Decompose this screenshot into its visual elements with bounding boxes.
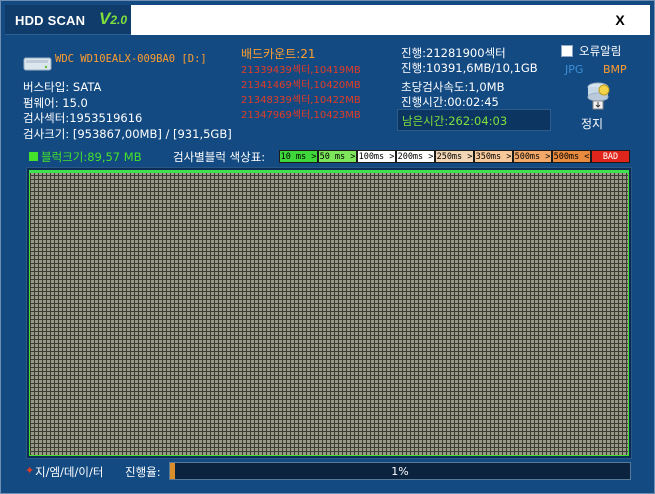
legend-cell-10ms: 10 ms > <box>279 150 318 163</box>
title-bar-gap <box>131 5 650 35</box>
progress-bar: 1% <box>169 462 631 480</box>
title-bar[interactable]: HDD SCAN V2.0 X <box>5 5 650 35</box>
jpg-option[interactable]: JPG <box>565 63 583 76</box>
legend-cell-200ms: 200ms > <box>396 150 435 163</box>
elapsed-time: 진행시간:00:02:45 <box>401 95 499 109</box>
legend-cell-50ms: 50 ms > <box>318 150 357 163</box>
app-version: V2.0 <box>99 9 128 28</box>
legend-cell-over-500ms: 500ms < <box>552 150 591 163</box>
block-size-swatch <box>29 152 38 161</box>
legend-cell-bad: BAD <box>591 150 630 163</box>
progress-rate-label: 진행율: <box>125 465 161 479</box>
footer: ✦ 지/엠/데/이/터 진행율: 1% <box>11 461 641 483</box>
bad-entry: 21347969섹터,10423MB <box>241 110 361 121</box>
legend-row: 블럭크기:89,57 MB 검사별블럭 색상표: 10 ms > 50 ms >… <box>27 149 631 165</box>
app-window: HDD SCAN V2.0 X WDC WD10EALX-009BA0 [D:]… <box>0 0 655 494</box>
bad-count: 배드카운트:21 <box>241 47 316 61</box>
legend-cell-250ms: 250ms > <box>435 150 474 163</box>
star-icon: ✦ <box>25 464 35 477</box>
legend-cell-350ms: 350ms > <box>474 150 513 163</box>
scan-speed: 초당검사속도:1,0MB <box>401 80 505 94</box>
close-button[interactable]: X <box>590 5 650 35</box>
bad-entry: 21341469섹터,10420MB <box>241 80 361 91</box>
error-alert-label[interactable]: 오류알림 <box>579 43 621 59</box>
info-panel: WDC WD10EALX-009BA0 [D:] 버스타입: SATA 펌웨어:… <box>11 43 641 149</box>
error-alert-checkbox[interactable] <box>561 45 573 57</box>
bad-entry: 21348339섹터,10422MB <box>241 95 361 106</box>
firmware: 펌웨어: 15.0 <box>23 96 88 110</box>
progress-mb: 진행:10391,6MB/10,1GB <box>401 61 538 75</box>
bmp-option[interactable]: BMP <box>603 63 627 76</box>
hard-disk-icon <box>23 57 52 71</box>
bad-entry: 21339439섹터,10419MB <box>241 65 361 76</box>
legend-cell-500ms: 500ms > <box>513 150 552 163</box>
brand-label[interactable]: 지/엠/데/이/터 <box>35 464 103 480</box>
scan-size: 검사크기: [953867,00MB] / [931,5GB] <box>23 127 232 141</box>
color-legend: 10 ms > 50 ms > 100ms > 200ms > 250ms > … <box>279 150 630 163</box>
progress-sector: 진행:21281900섹터 <box>401 46 506 60</box>
block-size: 블럭크기:89,57 MB <box>41 150 142 164</box>
scan-block-grid <box>29 170 629 456</box>
scan-grid-frame <box>26 167 632 459</box>
scanned-blocks-indicator <box>29 170 629 173</box>
app-title: HDD SCAN <box>15 13 86 28</box>
legend-cell-100ms: 100ms > <box>357 150 396 163</box>
disk-model: WDC WD10EALX-009BA0 [D:] <box>55 53 207 65</box>
stop-button[interactable]: 정지 <box>581 115 603 132</box>
stop-icon[interactable] <box>585 81 611 111</box>
remaining-time-box: 남은시간:262:04:03 <box>397 109 551 131</box>
color-legend-label: 검사별블럭 색상표: <box>173 150 266 164</box>
remaining-time: 남은시간:262:04:03 <box>402 114 508 128</box>
bad-sector-list: 배드카운트:21 21339439섹터,10419MB 21341469섹터,1… <box>241 43 391 129</box>
scan-sectors: 검사섹터:1953519616 <box>23 111 143 125</box>
bus-type: 버스타입: SATA <box>23 80 102 94</box>
progress-percent: 1% <box>391 465 409 478</box>
